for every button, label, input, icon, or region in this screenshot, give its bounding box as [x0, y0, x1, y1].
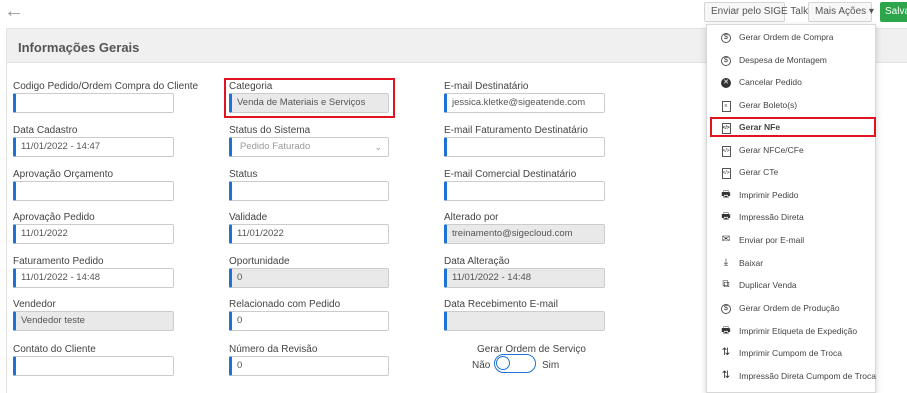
toggle-knob — [496, 356, 510, 370]
panel-title: Informações Gerais — [18, 40, 140, 55]
menu-item-gerar-nfce-cfe[interactable]: </> Gerar NFCe/CFe — [707, 140, 875, 160]
menu-item-label: Gerar Ordem de Compra — [739, 32, 834, 42]
menu-item-label: Baixar — [739, 258, 764, 268]
email-comercial-label: E-mail Comercial Destinatário — [444, 169, 577, 180]
data-cadastro-input[interactable]: 11/01/2022 - 14:47 — [13, 137, 174, 157]
back-arrow-icon[interactable]: ← — [4, 1, 24, 21]
swap-icon: ⇅ — [721, 347, 731, 358]
menu-item-label: Imprimir Etiqueta de Expedição — [739, 326, 858, 336]
dollar-circle-icon: $ — [719, 27, 733, 47]
menu-item-label: Cancelar Pedido — [739, 77, 802, 87]
menu-item-impressao-direta-cupom-troca[interactable]: ⇅ Impressão Direta Cumpom de Troca — [707, 366, 876, 386]
cte-document-icon: </> — [719, 162, 733, 182]
top-bar: ← Enviar pelo SIGE Talk Mais Ações ▾ Sal… — [0, 0, 907, 26]
categoria-highlight-box — [224, 78, 395, 118]
chevron-down-icon: ⌄ — [374, 142, 382, 152]
menu-item-label: Impressão Direta — [739, 212, 804, 222]
printer-icon: 🖶 — [721, 189, 731, 200]
menu-item-label: Impressão Direta Cumpom de Troca — [739, 371, 876, 381]
download-icon: ⤓ — [723, 257, 729, 268]
menu-item-gerar-ordem-producao[interactable]: $ Gerar Ordem de Produção — [707, 298, 875, 318]
menu-item-gerar-ordem-compra[interactable]: $ Gerar Ordem de Compra — [707, 27, 875, 47]
mais-acoes-dropdown-menu: $ Gerar Ordem de Compra $ Despesa de Mon… — [706, 24, 876, 393]
menu-item-duplicar-venda[interactable]: ⧉ Duplicar Venda — [707, 275, 875, 295]
gerar-ordem-servico-label: Gerar Ordem de Serviço — [477, 344, 586, 355]
status-sistema-select[interactable]: Pedido Faturado ⌄ — [229, 137, 389, 157]
email-faturamento-label: E-mail Faturamento Destinatário — [444, 125, 588, 136]
relacionado-pedido-label: Relacionado com Pedido — [229, 299, 341, 310]
menu-item-imprimir-pedido[interactable]: 🖶 Imprimir Pedido — [707, 185, 875, 205]
status-sistema-value: Pedido Faturado — [240, 141, 311, 152]
menu-item-imprimir-etiqueta-expedicao[interactable]: 🖶 Imprimir Etiqueta de Expedição — [707, 321, 875, 341]
menu-item-label: Gerar NFCe/CFe — [739, 145, 804, 155]
printer-icon: 🖶 — [721, 325, 731, 336]
gerar-nfe-highlight-box — [710, 117, 876, 137]
menu-item-label: Enviar por E-mail — [739, 235, 805, 245]
duplicate-icon: ⧉ — [722, 279, 730, 290]
alterado-por-label: Alterado por — [444, 212, 499, 223]
email-faturamento-input[interactable] — [444, 137, 605, 157]
aprovacao-pedido-label: Aprovação Pedido — [13, 212, 95, 223]
menu-item-label: Gerar CTe — [739, 167, 779, 177]
printer-icon: 🖶 — [721, 211, 731, 222]
contato-cliente-label: Contato do Cliente — [13, 344, 96, 355]
email-destinatario-input[interactable]: jessica.kletke@sigeatende.com — [444, 93, 605, 113]
menu-item-label: Gerar Boleto(s) — [739, 100, 798, 110]
validade-input[interactable]: 11/01/2022 — [229, 224, 389, 244]
envelope-icon: ✉ — [721, 234, 731, 245]
status-input[interactable] — [229, 181, 389, 201]
vendedor-label: Vendedor — [13, 299, 56, 310]
data-cadastro-label: Data Cadastro — [13, 125, 78, 136]
toggle-on-label: Sim — [542, 360, 560, 371]
vendedor-input[interactable]: Vendedor teste — [13, 311, 174, 331]
data-recebimento-email-input[interactable] — [444, 311, 605, 331]
swap-icon: ⇅ — [721, 370, 731, 381]
data-recebimento-email-label: Data Recebimento E-mail — [444, 299, 558, 310]
aprovacao-orcamento-label: Aprovação Orçamento — [13, 169, 114, 180]
relacionado-pedido-input[interactable]: 0 — [229, 311, 389, 331]
data-alteracao-input[interactable]: 11/01/2022 - 14:48 — [444, 268, 605, 288]
contato-cliente-input[interactable] — [13, 356, 174, 376]
menu-item-label: Imprimir Pedido — [739, 190, 799, 200]
cancel-icon: ✕ — [719, 72, 733, 92]
data-alteracao-label: Data Alteração — [444, 256, 510, 267]
nfce-document-icon: </> — [719, 140, 733, 160]
dollar-circle-icon: $ — [719, 50, 733, 70]
gerar-ordem-servico-toggle[interactable] — [494, 354, 536, 373]
mais-acoes-button[interactable]: Mais Ações ▾ — [808, 2, 874, 22]
menu-item-label: Duplicar Venda — [739, 280, 797, 290]
email-destinatario-label: E-mail Destinatário — [444, 81, 529, 92]
menu-item-gerar-cte[interactable]: </> Gerar CTe — [707, 162, 875, 182]
menu-item-baixar[interactable]: ⤓ Baixar — [707, 253, 875, 273]
enviar-sige-talk-button[interactable]: Enviar pelo SIGE Talk — [704, 2, 808, 22]
status-label: Status — [229, 169, 258, 180]
numero-revisao-input[interactable]: 0 — [229, 356, 389, 376]
numero-revisao-label: Número da Revisão — [229, 344, 318, 355]
menu-item-label: Imprimir Cumpom de Troca — [739, 348, 842, 358]
faturamento-pedido-label: Faturamento Pedido — [13, 256, 104, 267]
document-icon: ≡ — [719, 95, 733, 115]
faturamento-pedido-input[interactable]: 11/01/2022 - 14:48 — [13, 268, 174, 288]
menu-item-label: Despesa de Montagem — [739, 55, 827, 65]
email-comercial-input[interactable] — [444, 181, 605, 201]
menu-item-imprimir-cupom-troca[interactable]: ⇅ Imprimir Cumpom de Troca — [707, 343, 875, 363]
codigo-pedido-label: Codigo Pedido/Ordem Compra do Cliente — [13, 81, 199, 92]
oportunidade-label: Oportunidade — [229, 256, 290, 267]
menu-item-cancelar-pedido[interactable]: ✕ Cancelar Pedido — [707, 72, 875, 92]
menu-item-label: Gerar Ordem de Produção — [739, 303, 840, 313]
validade-label: Validade — [229, 212, 268, 223]
menu-item-despesa-montagem[interactable]: $ Despesa de Montagem — [707, 50, 875, 70]
aprovacao-pedido-input[interactable]: 11/01/2022 — [13, 224, 174, 244]
salvar-button[interactable]: Salvar — [880, 2, 907, 22]
menu-item-gerar-boletos[interactable]: ≡ Gerar Boleto(s) — [707, 95, 875, 115]
dollar-circle-icon: $ — [719, 298, 733, 318]
alterado-por-input[interactable]: treinamento@sigecloud.com — [444, 224, 605, 244]
oportunidade-input[interactable]: 0 — [229, 268, 389, 288]
menu-item-enviar-email[interactable]: ✉ Enviar por E-mail — [707, 230, 875, 250]
aprovacao-orcamento-input[interactable] — [13, 181, 174, 201]
toggle-off-label: Não — [472, 360, 491, 371]
status-sistema-label: Status do Sistema — [229, 125, 311, 136]
codigo-pedido-input[interactable] — [13, 93, 174, 113]
menu-item-impressao-direta[interactable]: 🖶 Impressão Direta — [707, 207, 875, 227]
